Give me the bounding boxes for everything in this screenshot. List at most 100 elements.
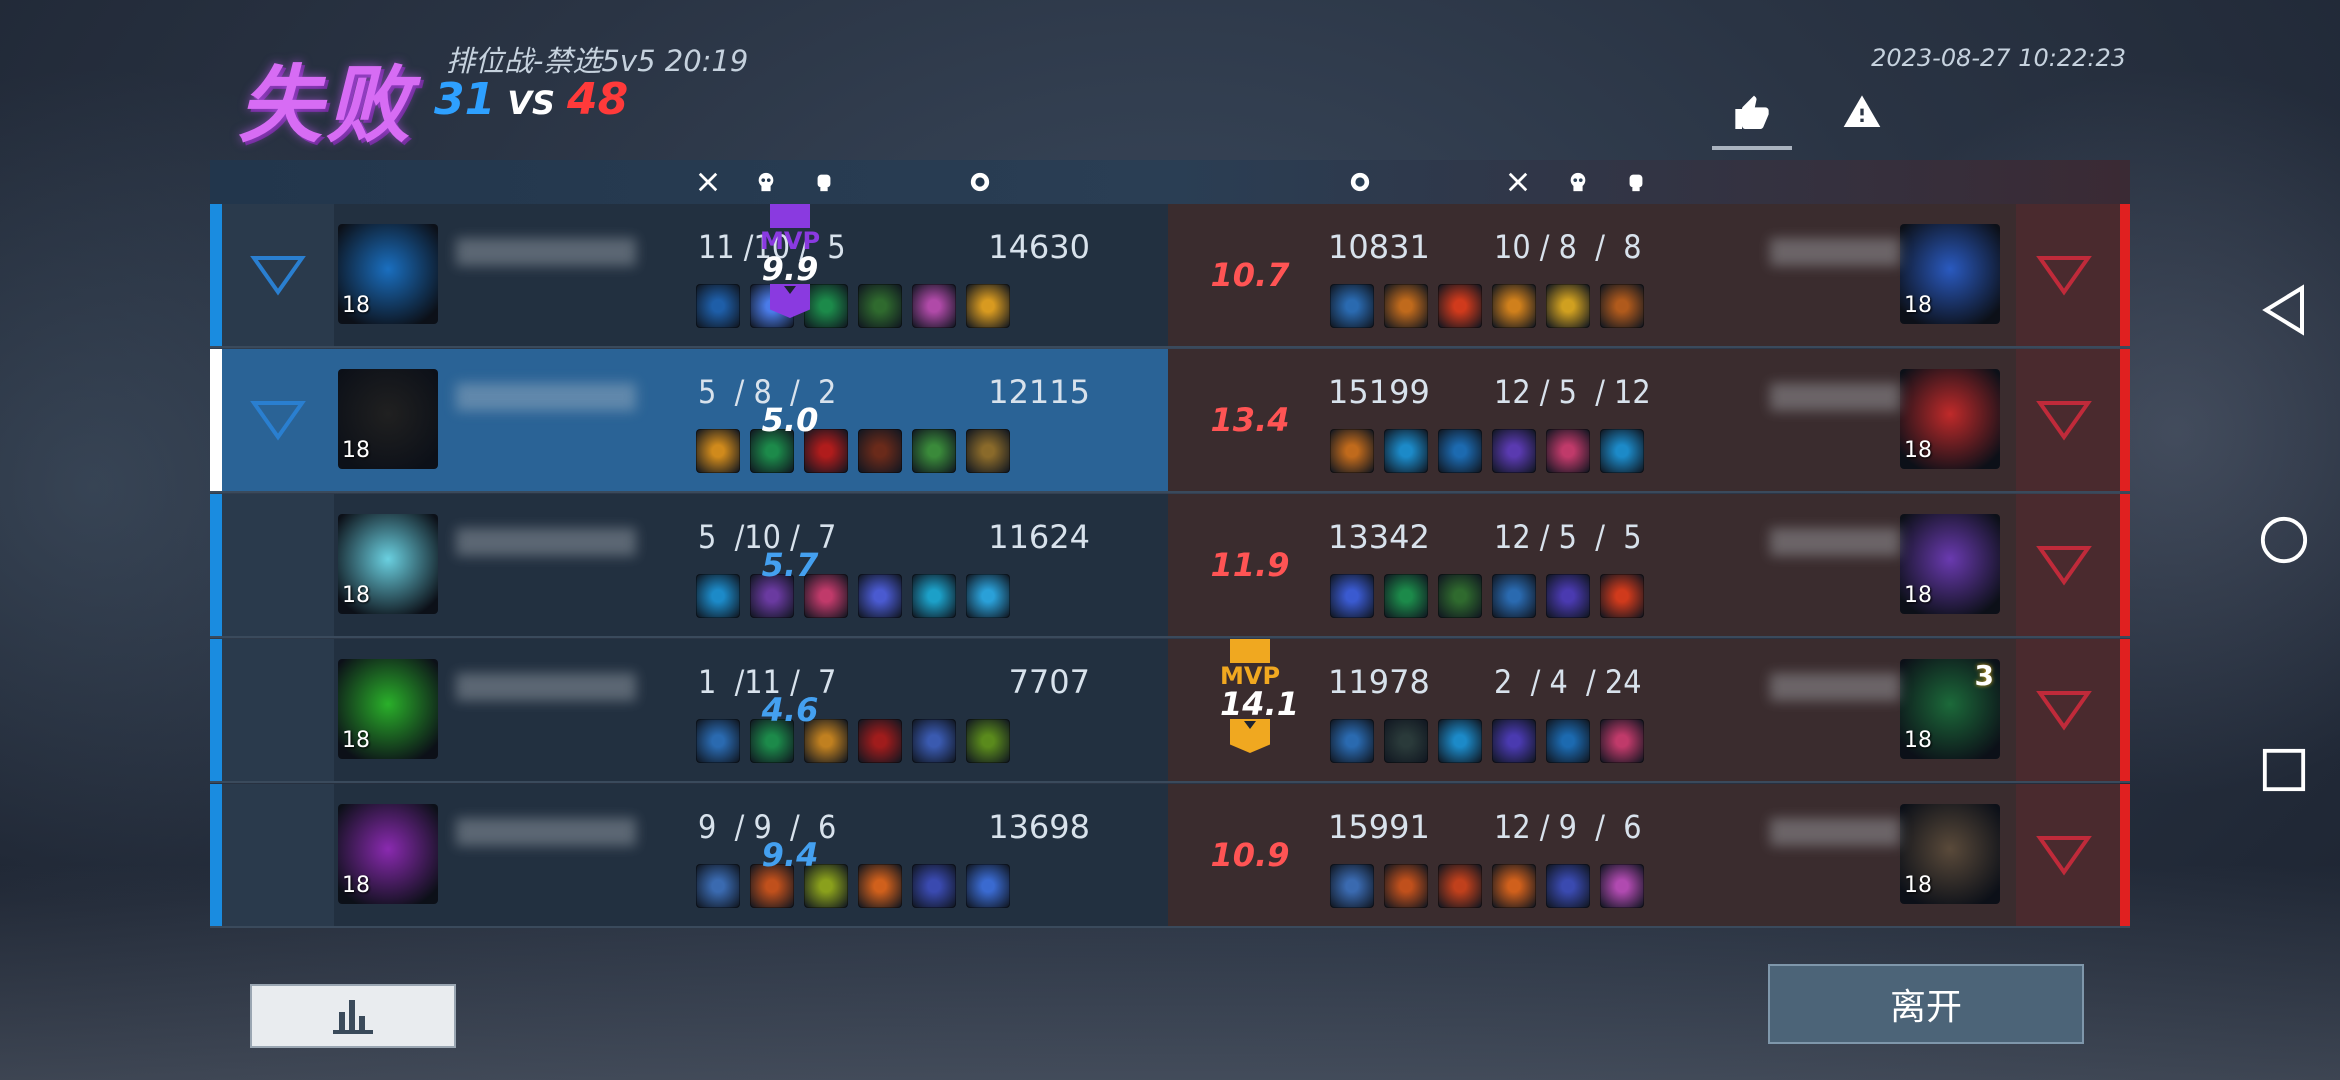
red-expand-column[interactable] [2016,494,2120,638]
hero-portrait[interactable]: 18 [338,514,438,614]
item-slot[interactable] [1438,574,1482,618]
hero-portrait[interactable]: 18 [338,804,438,904]
item-slot[interactable] [1384,284,1428,328]
item-slot[interactable] [696,574,740,618]
item-slot[interactable] [1330,574,1374,618]
leave-button[interactable]: 离开 [1768,964,2084,1044]
item-slot[interactable] [858,574,902,618]
kda-stat: 2 / 4 / 24 [1494,663,1642,701]
hero-portrait[interactable]: 18 [1900,514,2000,614]
expand-icon[interactable] [2036,544,2092,590]
hero-portrait[interactable]: 18 [338,224,438,324]
item-slot[interactable] [1330,864,1374,908]
item-slot[interactable] [912,864,956,908]
hero-portrait[interactable]: 18 [1900,224,2000,324]
item-slot[interactable] [1330,284,1374,328]
hero-level: 18 [342,293,370,318]
item-slot[interactable] [1492,429,1536,473]
hero-portrait[interactable]: 18 [1900,369,2000,469]
item-slot[interactable] [858,719,902,763]
item-slot[interactable] [696,719,740,763]
red-expand-column[interactable] [2016,349,2120,493]
hero-portrait[interactable]: 18 [338,369,438,469]
expand-icon[interactable] [250,254,306,300]
expand-icon[interactable] [2036,399,2092,445]
hero-portrait[interactable]: 18 [1900,804,2000,904]
hero-portrait[interactable]: 18 3 [1900,659,2000,759]
damage-stat: 15991 [1328,808,1430,846]
row-separator [210,636,2130,638]
item-slot[interactable] [1600,864,1644,908]
item-slot[interactable] [1546,719,1590,763]
item-slot[interactable] [966,429,1010,473]
item-slot[interactable] [1384,719,1428,763]
expand-icon[interactable] [2036,689,2092,735]
item-slot[interactable] [1438,284,1482,328]
item-slot[interactable] [1438,429,1482,473]
item-slot[interactable] [966,284,1010,328]
item-slot[interactable] [1546,574,1590,618]
item-slot[interactable] [858,864,902,908]
item-slot[interactable] [912,284,956,328]
coin-icon [966,168,994,196]
rating-value: 5.7 [761,546,819,584]
item-slot[interactable] [966,864,1010,908]
hero-portrait[interactable]: 18 [338,659,438,759]
item-slot[interactable] [1600,574,1644,618]
item-slot[interactable] [1546,864,1590,908]
recents-icon[interactable] [2256,742,2312,798]
item-slot[interactable] [1438,864,1482,908]
item-slot[interactable] [1438,719,1482,763]
home-icon[interactable] [2256,512,2312,568]
blue-expand-column[interactable] [222,204,334,348]
expand-icon[interactable] [250,399,306,445]
item-slot[interactable] [912,719,956,763]
item-slot[interactable] [858,429,902,473]
item-slot[interactable] [1546,429,1590,473]
expand-icon[interactable] [2036,254,2092,300]
player-name-blurred [1770,238,1900,266]
damage-stat: 13342 [1328,518,1430,556]
red-expand-column[interactable] [2016,784,2120,928]
item-slot[interactable] [912,574,956,618]
expand-icon[interactable] [2036,834,2092,880]
back-icon[interactable] [2256,282,2312,338]
item-slot[interactable] [696,864,740,908]
report-button[interactable] [1822,80,1902,144]
item-slot[interactable] [1600,429,1644,473]
item-slot[interactable] [1384,429,1428,473]
hero-level: 18 [342,873,370,898]
item-slot[interactable] [1492,574,1536,618]
blue-expand-column[interactable] [222,494,334,638]
row-separator [210,781,2130,783]
item-slot[interactable] [696,284,740,328]
mvp-badge-top [770,204,810,228]
red-expand-column[interactable] [2016,639,2120,783]
item-slot[interactable] [858,284,902,328]
red-expand-column[interactable] [2016,204,2120,348]
item-slot[interactable] [1384,864,1428,908]
scoreboard-row: 18 18 5 /10 / 7 11624 13342 12 / 5 / 5 5.7 11.9 [210,494,2130,638]
item-slot[interactable] [912,429,956,473]
item-slot[interactable] [1492,719,1536,763]
item-slot[interactable] [966,574,1010,618]
item-slot[interactable] [1600,284,1644,328]
blue-expand-column[interactable] [222,784,334,928]
like-button[interactable] [1712,82,1792,150]
item-slot[interactable] [1492,284,1536,328]
item-slot[interactable] [1384,574,1428,618]
item-slot[interactable] [696,429,740,473]
score-red: 48 [567,74,629,125]
android-nav-bar [2232,0,2340,1080]
mvp-badge-top [1230,639,1270,663]
item-slot[interactable] [1330,719,1374,763]
skull-icon [1564,168,1592,196]
stats-button[interactable] [250,984,456,1048]
blue-expand-column[interactable] [222,639,334,783]
item-slot[interactable] [1600,719,1644,763]
item-slot[interactable] [966,719,1010,763]
item-slot[interactable] [1546,284,1590,328]
item-slot[interactable] [1492,864,1536,908]
item-slot[interactable] [1330,429,1374,473]
blue-expand-column[interactable] [222,349,334,493]
